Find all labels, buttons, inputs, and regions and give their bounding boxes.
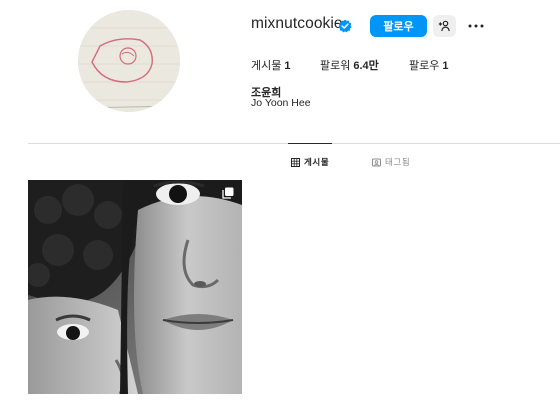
bio: Jo Yoon Hee: [251, 97, 311, 109]
grid-icon: [291, 157, 300, 167]
followers-value: 6.4만: [353, 60, 379, 72]
active-tab-indicator: [288, 143, 332, 144]
doodle-avatar-icon: [78, 10, 180, 112]
following-count[interactable]: 팔로우 1: [409, 57, 449, 73]
tab-posts[interactable]: 게시물: [291, 156, 329, 168]
following-value: 1: [442, 60, 449, 72]
followers-count[interactable]: 팔로워 6.4만: [320, 57, 379, 73]
username: mixnutcookie: [251, 15, 343, 32]
tab-posts-label: 게시물: [304, 157, 330, 167]
tag-icon: [372, 158, 381, 166]
verified-badge-icon: [338, 19, 352, 33]
more-icon: [468, 24, 484, 28]
profile-avatar[interactable]: [78, 10, 180, 112]
more-options-button[interactable]: [466, 15, 486, 37]
posts-label: 게시물: [251, 60, 282, 72]
post-thumbnail[interactable]: [28, 180, 242, 394]
following-label: 팔로우: [409, 60, 440, 72]
suggest-accounts-button[interactable]: [433, 15, 456, 37]
tab-tagged-label: 태그됨: [385, 157, 411, 167]
posts-count: 게시물 1: [251, 57, 291, 73]
tab-tagged[interactable]: 태그됨: [372, 156, 410, 168]
followers-label: 팔로워: [320, 60, 351, 72]
follow-button[interactable]: 팔로우: [370, 15, 427, 37]
posts-value: 1: [284, 60, 291, 72]
person-plus-icon: [438, 20, 450, 32]
multi-photo-icon: [222, 187, 234, 199]
post-photo: [28, 180, 242, 394]
